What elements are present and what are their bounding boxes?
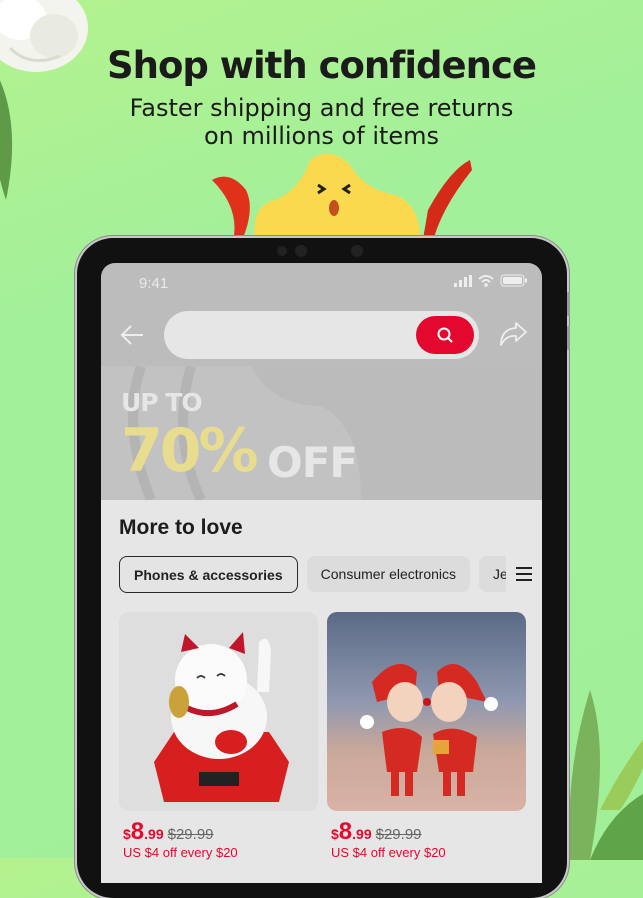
signal-icon	[454, 274, 472, 287]
price-integer: 8	[338, 818, 353, 845]
original-price: $29.99	[167, 826, 214, 843]
front-camera	[295, 245, 307, 257]
wifi-icon	[478, 274, 494, 287]
search-input[interactable]	[164, 311, 479, 359]
search-icon	[437, 327, 453, 343]
christmas-couple-figurines-image	[360, 664, 498, 796]
volume-down-button	[567, 326, 570, 350]
mascot-character-icon	[212, 153, 472, 245]
search-button[interactable]	[416, 316, 474, 354]
more-to-love-section: More to love Phones & accessories Consum…	[101, 500, 542, 883]
banner-off: OFF	[267, 438, 358, 487]
sensor	[277, 246, 287, 256]
hero-subline-line-1: Faster shipping and free returns	[129, 94, 514, 122]
chip-consumer-electronics[interactable]: Consumer electronics	[306, 556, 471, 592]
banner-percent: 70%	[121, 416, 259, 486]
sensor	[351, 245, 363, 257]
arrow-left-icon[interactable]	[119, 323, 145, 347]
battery-icon	[500, 274, 527, 287]
hero-headline: Shop with confidence	[107, 44, 537, 87]
status-icons	[454, 274, 528, 287]
price-integer: 8	[130, 818, 145, 845]
section-title: More to love	[119, 516, 243, 539]
product-image-christmas-couple[interactable]	[327, 612, 526, 811]
product-image-lucky-cat[interactable]	[119, 612, 318, 811]
promo-banner[interactable]: UP TO 70% OFF	[101, 366, 542, 500]
original-price: $29.99	[375, 826, 422, 843]
share-icon[interactable]	[498, 321, 528, 347]
hamburger-menu-icon[interactable]	[506, 556, 542, 592]
currency-symbol: $	[331, 826, 339, 842]
chip-phones-accessories[interactable]: Phones & accessories	[119, 556, 298, 593]
lucky-cat-figurine-image	[154, 632, 289, 802]
banner-up-to: UP TO	[121, 388, 203, 417]
currency-symbol: $	[123, 826, 131, 842]
price-decimal: .99	[352, 826, 372, 842]
product-price: $8.99 $29.99	[331, 818, 422, 846]
volume-up-button	[567, 292, 570, 316]
hero-subline-line-2: on millions of items	[203, 122, 440, 150]
status-time: 9:41	[139, 275, 169, 292]
hero-subline: Faster shipping and free returns on mill…	[0, 94, 643, 150]
app-screen: 9:41 UP TO 70% OFF More to love Phones &…	[101, 263, 542, 883]
palm-leaves-decoration	[569, 690, 643, 860]
product-price: $8.99 $29.99	[123, 818, 214, 846]
category-chips: Phones & accessories Consumer electronic…	[119, 556, 520, 593]
price-decimal: .99	[144, 826, 164, 842]
